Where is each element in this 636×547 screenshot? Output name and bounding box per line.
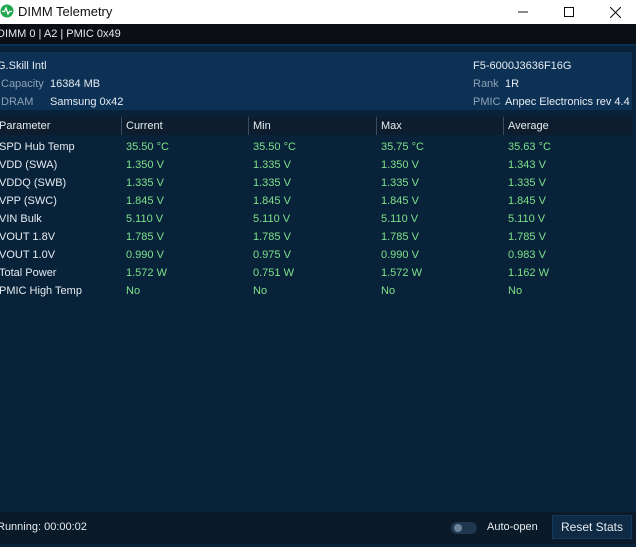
current-cell: 5.110 V <box>126 213 164 225</box>
average-cell: 1.335 V <box>508 177 546 189</box>
window-title: DIMM Telemetry <box>18 4 113 19</box>
reset-stats-button[interactable]: Reset Stats <box>552 515 632 539</box>
average-cell: 5.110 V <box>508 213 546 225</box>
minimize-button[interactable] <box>500 0 546 24</box>
current-cell: 1.785 V <box>126 231 164 243</box>
parameter-cell: Total Power <box>0 267 57 279</box>
max-cell: 0.990 V <box>381 249 419 261</box>
min-cell: 0.975 V <box>253 249 291 261</box>
table-row: VOUT 1.0V 0.990 V 0.975 V 0.990 V 0.983 … <box>0 246 632 264</box>
auto-open-toggle[interactable] <box>451 522 477 534</box>
min-cell: No <box>253 285 268 297</box>
capacity-value: 16384 MB <box>50 78 101 90</box>
max-cell: 1.785 V <box>381 231 419 243</box>
table-row: VOUT 1.8V 1.785 V 1.785 V 1.785 V 1.785 … <box>0 228 632 246</box>
min-cell: 1.785 V <box>253 231 291 243</box>
dimm-subheader: DIMM 0 | A2 | PMIC 0x49 <box>0 24 636 46</box>
max-cell: 35.75 °C <box>381 141 424 153</box>
parameter-cell: VOUT 1.8V <box>0 231 56 243</box>
average-cell: 1.785 V <box>508 231 546 243</box>
min-cell: 1.335 V <box>253 159 291 171</box>
table-header: Parameter Current Min Max Average <box>0 117 632 135</box>
column-header-min[interactable]: Min <box>253 120 271 132</box>
maximize-icon <box>564 7 574 17</box>
column-header-current[interactable]: Current <box>126 120 163 132</box>
pmic-label: PMIC <box>473 96 501 108</box>
current-cell: 1.845 V <box>126 195 164 207</box>
dimm-identifier: DIMM 0 | A2 | PMIC 0x49 <box>0 28 121 40</box>
column-divider[interactable] <box>248 117 249 135</box>
dram-value: Samsung 0x42 <box>50 96 124 108</box>
current-cell: No <box>126 285 141 297</box>
average-cell: 1.162 W <box>508 267 549 279</box>
column-header-average[interactable]: Average <box>508 120 549 132</box>
average-cell: No <box>508 285 523 297</box>
average-cell: 0.983 V <box>508 249 546 261</box>
average-cell: 1.343 V <box>508 159 546 171</box>
module-info-panel: G.Skill Intl F5-6000J3636F16G Capacity 1… <box>0 52 632 110</box>
current-cell: 0.990 V <box>126 249 164 261</box>
column-divider[interactable] <box>121 117 122 135</box>
vendor-name: G.Skill Intl <box>0 60 47 72</box>
pmic-value: Anpec Electronics rev 4.4 <box>505 96 630 108</box>
table-row: VDDQ (SWB) 1.335 V 1.335 V 1.335 V 1.335… <box>0 174 632 192</box>
status-bar: Running: 00:00:02 Auto-open Reset Stats <box>0 512 636 544</box>
parameter-cell: VPP (SWC) <box>0 195 57 207</box>
parameter-cell: VDDQ (SWB) <box>0 177 67 189</box>
current-cell: 1.350 V <box>126 159 164 171</box>
average-cell: 35.63 °C <box>508 141 551 153</box>
column-divider[interactable] <box>376 117 377 135</box>
column-header-max[interactable]: Max <box>381 120 402 132</box>
current-cell: 35.50 °C <box>126 141 169 153</box>
table-row: VPP (SWC) 1.845 V 1.845 V 1.845 V 1.845 … <box>0 192 632 210</box>
toggle-knob <box>454 524 462 532</box>
current-cell: 1.335 V <box>126 177 164 189</box>
min-cell: 1.335 V <box>253 177 291 189</box>
minimize-icon <box>518 11 528 13</box>
rank-label: Rank <box>473 78 499 90</box>
pulse-icon <box>0 4 14 18</box>
capacity-label: Capacity <box>1 78 44 90</box>
parameter-cell: VOUT 1.0V <box>0 249 56 261</box>
part-number: F5-6000J3636F16G <box>473 60 572 72</box>
dram-label: DRAM <box>1 96 34 108</box>
max-cell: No <box>381 285 396 297</box>
min-cell: 1.845 V <box>253 195 291 207</box>
close-icon <box>609 6 621 18</box>
maximize-button[interactable] <box>546 0 592 24</box>
column-divider[interactable] <box>503 117 504 135</box>
auto-open-label: Auto-open <box>487 521 538 533</box>
running-timer: Running: 00:00:02 <box>0 521 87 533</box>
reset-stats-label: Reset Stats <box>560 520 624 534</box>
average-cell: 1.845 V <box>508 195 546 207</box>
max-cell: 1.845 V <box>381 195 419 207</box>
min-cell: 5.110 V <box>253 213 291 225</box>
table-row: VIN Bulk 5.110 V 5.110 V 5.110 V 5.110 V <box>0 210 632 228</box>
close-button[interactable] <box>592 0 636 24</box>
max-cell: 1.572 W <box>381 267 422 279</box>
column-header-parameter[interactable]: Parameter <box>0 120 50 132</box>
parameter-cell: VIN Bulk <box>0 213 42 225</box>
max-cell: 5.110 V <box>381 213 419 225</box>
parameter-cell: PMIC High Temp <box>0 285 82 297</box>
table-row: VDD (SWA) 1.350 V 1.335 V 1.350 V 1.343 … <box>0 156 632 174</box>
min-cell: 35.50 °C <box>253 141 296 153</box>
parameter-cell: SPD Hub Temp <box>0 141 75 153</box>
current-cell: 1.572 W <box>126 267 167 279</box>
title-bar: DIMM Telemetry <box>0 0 636 24</box>
table-row: SPD Hub Temp 35.50 °C 35.50 °C 35.75 °C … <box>0 138 632 156</box>
min-cell: 0.751 W <box>253 267 294 279</box>
table-row: PMIC High Temp No No No No <box>0 282 632 300</box>
max-cell: 1.335 V <box>381 177 419 189</box>
table-row: Total Power 1.572 W 0.751 W 1.572 W 1.16… <box>0 264 632 282</box>
rank-value: 1R <box>505 78 520 90</box>
parameter-cell: VDD (SWA) <box>0 159 58 171</box>
max-cell: 1.350 V <box>381 159 419 171</box>
